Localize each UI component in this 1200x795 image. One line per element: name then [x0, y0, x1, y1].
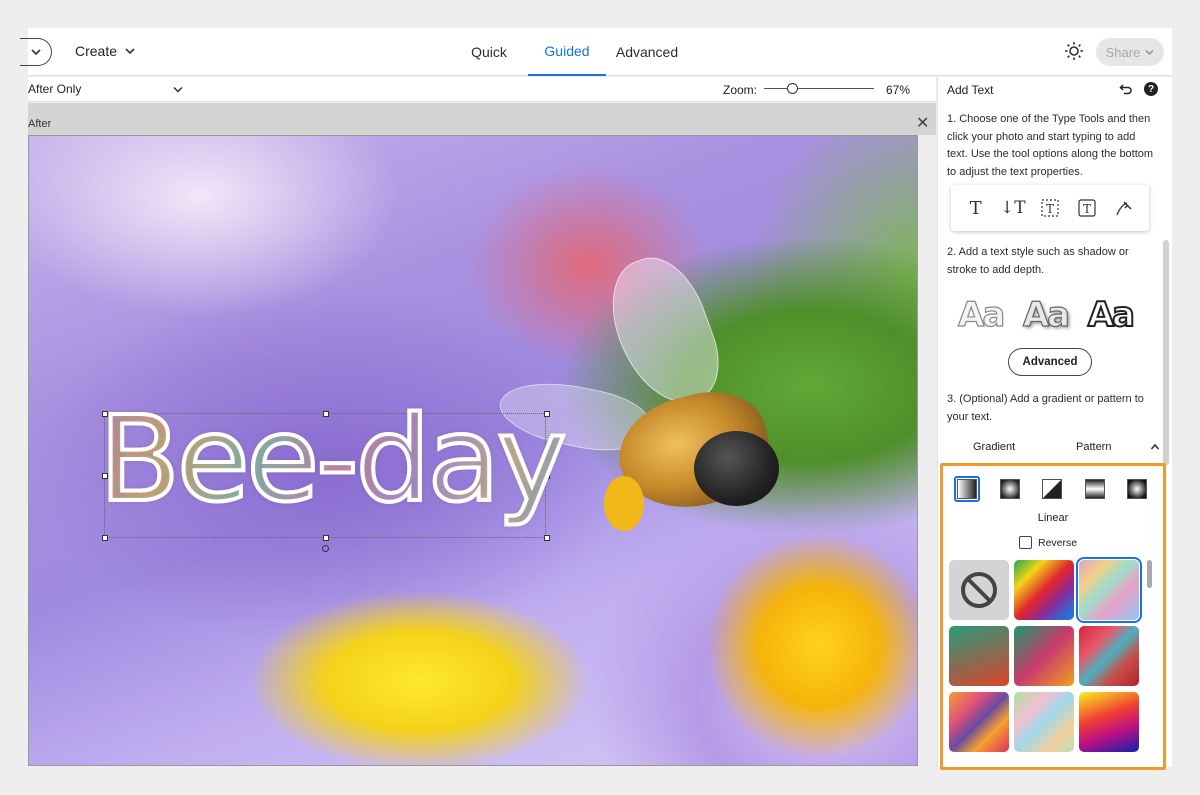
pollen-basket: [604, 476, 644, 531]
home-button[interactable]: [20, 38, 52, 66]
brightness-icon[interactable]: [1064, 41, 1084, 61]
step-2-text: 2. Add a text style such as shadow or st…: [947, 246, 1129, 276]
gradient-type-row: [954, 476, 1150, 502]
view-mode-select[interactable]: After Only: [28, 82, 183, 96]
resize-handle[interactable]: [102, 535, 108, 541]
horizontal-type-icon[interactable]: T: [964, 196, 988, 220]
view-bar: After Only Zoom: 67%: [28, 77, 936, 102]
close-icon[interactable]: ✕: [916, 113, 929, 133]
svg-text:T: T: [1046, 202, 1054, 216]
zoom-slider-thumb[interactable]: [786, 83, 798, 94]
create-menu[interactable]: Create: [75, 43, 135, 59]
vertical-type-icon[interactable]: ↓T: [1000, 196, 1026, 220]
text-on-path-icon[interactable]: [1112, 196, 1136, 220]
create-label: Create: [75, 43, 118, 59]
advanced-button[interactable]: Advanced: [1008, 348, 1092, 376]
chevron-down-icon: [30, 49, 41, 56]
gradient-pattern-tabs: Gradient Pattern: [947, 438, 1160, 460]
chevron-down-icon: [125, 48, 135, 55]
no-gradient-swatch[interactable]: [949, 560, 1009, 620]
chevron-down-icon: [1145, 49, 1154, 55]
tab-gradient[interactable]: Gradient: [973, 441, 1015, 453]
gradient-options-highlight: Linear Reverse: [940, 463, 1166, 770]
zoom-slider[interactable]: [764, 83, 874, 94]
type-tools: T ↓T T T: [951, 185, 1149, 231]
gradient-swatch[interactable]: [1014, 560, 1074, 620]
gradient-swatch[interactable]: [1079, 626, 1139, 686]
resize-handle[interactable]: [323, 535, 329, 541]
canvas-header: After ✕: [28, 103, 936, 135]
chevron-up-icon[interactable]: [1150, 442, 1160, 452]
mode-tabs: Quick Guided Advanced: [458, 28, 688, 76]
reverse-checkbox[interactable]: Reverse: [1019, 536, 1077, 549]
tab-pattern[interactable]: Pattern: [1076, 441, 1111, 453]
rotate-handle[interactable]: [322, 545, 329, 552]
checkbox-box[interactable]: [1019, 536, 1032, 549]
text-styles: Aa Aa Aa: [957, 294, 1136, 336]
tab-label: Guided: [544, 43, 590, 59]
step-3-text: 3. (Optional) Add a gradient or pattern …: [947, 393, 1144, 423]
panel-scrollbar[interactable]: [1163, 240, 1169, 465]
gradient-type-label: Linear: [1037, 512, 1069, 524]
gradient-swatch[interactable]: [1014, 626, 1074, 686]
step-1-text: 1. Choose one of the Type Tools and then…: [947, 113, 1154, 178]
share-button[interactable]: Share: [1096, 38, 1164, 66]
photo-canvas[interactable]: Bee-day: [28, 135, 918, 766]
prohibited-icon: [961, 572, 997, 608]
tab-label: Advanced: [615, 44, 679, 60]
help-icon[interactable]: ?: [1144, 82, 1158, 96]
text-on-shape-icon[interactable]: T: [1075, 196, 1099, 220]
gradient-swatch[interactable]: [1076, 557, 1142, 623]
tab-advanced[interactable]: Advanced: [606, 28, 688, 76]
view-mode-value: After Only: [28, 82, 82, 96]
angle-gradient-icon[interactable]: [1039, 476, 1065, 502]
text-style-stroke[interactable]: Aa: [957, 294, 1005, 335]
overlay-text[interactable]: Bee-day: [97, 384, 569, 534]
text-style-outline[interactable]: Aa: [1087, 294, 1136, 336]
linear-gradient-icon[interactable]: [954, 476, 980, 502]
chevron-down-icon: [173, 86, 183, 93]
gradient-swatch[interactable]: [1014, 692, 1074, 752]
diamond-gradient-icon[interactable]: [1124, 476, 1150, 502]
tab-guided[interactable]: Guided: [528, 28, 606, 76]
canvas-view-label: After: [28, 118, 52, 130]
reverse-label: Reverse: [1038, 536, 1078, 549]
radial-gradient-icon[interactable]: [997, 476, 1023, 502]
panel-title: Add Text: [947, 83, 994, 97]
svg-text:T: T: [1083, 202, 1091, 216]
gradient-swatch[interactable]: [949, 626, 1009, 686]
zoom-value: 67%: [886, 83, 911, 97]
bee-head: [694, 431, 779, 506]
top-bar: Create Quick Guided Advanced Share: [20, 28, 1172, 76]
gradient-swatch[interactable]: [1079, 692, 1139, 752]
reflected-gradient-icon[interactable]: [1082, 476, 1108, 502]
tab-label: Quick: [471, 44, 507, 60]
reset-icon[interactable]: [1119, 82, 1133, 96]
gradient-swatches: [949, 557, 1145, 752]
tab-quick[interactable]: Quick: [458, 28, 520, 76]
share-label: Share: [1105, 44, 1141, 60]
text-style-shadow[interactable]: Aa: [1022, 294, 1070, 335]
zoom-label: Zoom:: [723, 83, 758, 97]
app-window: Create Quick Guided Advanced Share After…: [0, 0, 1200, 795]
resize-handle[interactable]: [544, 535, 550, 541]
gradient-swatch[interactable]: [949, 692, 1009, 752]
swatches-scrollbar[interactable]: [1147, 560, 1152, 588]
text-on-selection-icon[interactable]: T: [1038, 196, 1062, 220]
